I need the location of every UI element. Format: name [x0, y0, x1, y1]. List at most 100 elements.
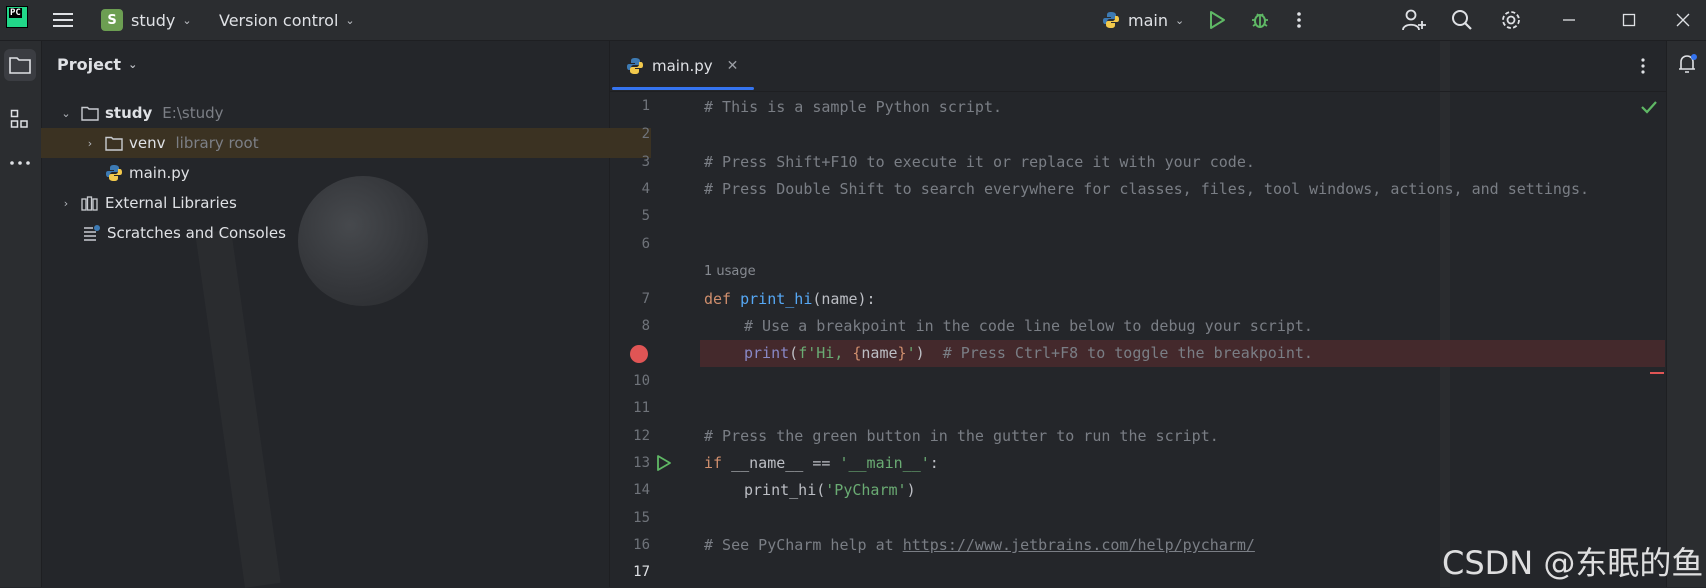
line-number: 10 [633, 373, 650, 389]
code-line-8[interactable]: # Use a breakpoint in the code line belo… [744, 317, 1313, 335]
debug-button[interactable] [1250, 0, 1270, 40]
breakpoint-icon[interactable] [630, 345, 648, 363]
more-vertical-icon [1641, 58, 1645, 74]
pycharm-logo-icon[interactable]: PC [6, 6, 28, 28]
help-link[interactable]: https://www.jetbrains.com/help/pycharm/ [903, 536, 1255, 554]
more-tools-button[interactable] [4, 147, 36, 179]
wallpaper-beam [1440, 41, 1450, 587]
run-gutter-button[interactable] [656, 454, 672, 476]
line-number: 6 [641, 236, 650, 252]
close-icon [1676, 13, 1690, 27]
left-tool-strip [0, 41, 42, 587]
code-line-7[interactable]: def print_hi(name): [704, 290, 876, 308]
paren: ) [915, 344, 925, 362]
project-badge: S [101, 9, 123, 31]
checkmark-icon [1641, 101, 1657, 114]
project-switcher[interactable]: S study ⌄ [101, 0, 192, 40]
structure-tool-button[interactable] [4, 103, 36, 135]
run-button[interactable] [1208, 0, 1226, 40]
project-tool-button[interactable] [4, 49, 36, 81]
code-line-9[interactable]: print(f'Hi, {name}') # Press Ctrl+F8 to … [744, 344, 1313, 362]
tree-item-external-libraries[interactable]: › External Libraries [41, 188, 627, 218]
tab-main-py[interactable]: main.py ✕ [626, 41, 738, 91]
run-gutter-icon [657, 455, 671, 471]
tree-item-label: Scratches and Consoles [107, 224, 286, 242]
editor-options-button[interactable] [1640, 57, 1646, 79]
code-line-12[interactable]: # Press the green button in the gutter t… [704, 427, 1219, 445]
close-button[interactable] [1676, 0, 1690, 40]
more-horizontal-icon [10, 161, 30, 165]
minimize-icon [1563, 19, 1575, 21]
keyword: def [704, 290, 732, 308]
comment: # See PyCharm help at [704, 536, 903, 554]
close-tab-icon[interactable]: ✕ [727, 58, 739, 74]
line-number: 16 [633, 537, 650, 553]
colon: : [929, 454, 939, 472]
title-bar: PC S study ⌄ Version control ⌄ main ⌄ [0, 0, 1706, 41]
chevron-right-icon[interactable]: › [83, 137, 97, 150]
tree-item-label: main.py [129, 164, 190, 182]
chevron-down-icon: ⌄ [182, 13, 192, 27]
code-line-1[interactable]: # This is a sample Python script. [704, 98, 1002, 116]
tree-item-venv[interactable]: › venv library root [41, 128, 651, 158]
line-number: 12 [633, 428, 650, 444]
chevron-down-icon: ⌄ [1174, 13, 1185, 27]
line-number: 4 [641, 181, 650, 197]
python-icon [1103, 12, 1119, 28]
code-line-13[interactable]: if __name__ == '__main__': [704, 454, 939, 472]
line-number: 2 [641, 126, 650, 142]
right-tool-strip [1666, 41, 1706, 587]
tree-item-main-py[interactable]: main.py [41, 158, 673, 188]
run-config-label: main [1128, 10, 1168, 30]
paren: ) [906, 481, 916, 499]
paren: ( [816, 481, 826, 499]
builtin: print [744, 344, 790, 362]
main-menu-button[interactable] [52, 0, 74, 40]
code-line-4[interactable]: # Press Double Shift to search everywher… [704, 180, 1589, 198]
add-user-icon [1402, 9, 1426, 31]
tree-item-scratches[interactable]: Scratches and Consoles [41, 218, 651, 248]
code-line-14[interactable]: print_hi('PyCharm') [744, 481, 916, 499]
chevron-down-icon[interactable]: ⌄ [59, 107, 73, 120]
project-panel: Project ⌄ ⌄ study E:\study › venv librar… [41, 41, 651, 587]
string: 'PyCharm' [825, 481, 907, 499]
project-name: study [131, 10, 176, 30]
code-line-16[interactable]: # See PyCharm help at https://www.jetbra… [704, 536, 1255, 554]
fstring: f'Hi, [798, 344, 853, 362]
code-line-3[interactable]: # Press Shift+F10 to execute it or repla… [704, 153, 1255, 171]
code-with-me-button[interactable] [1402, 0, 1426, 40]
folder-icon [81, 106, 99, 121]
vcs-menu[interactable]: Version control ⌄ [219, 0, 355, 40]
line-number: 15 [633, 510, 650, 526]
run-icon [1210, 11, 1225, 29]
more-actions-button[interactable] [1296, 0, 1302, 40]
library-icon [81, 195, 99, 211]
more-vertical-icon [1297, 12, 1301, 28]
tree-item-path: E:\study [162, 104, 224, 122]
brace: } [897, 344, 907, 362]
line-number: 7 [641, 291, 650, 307]
run-config-selector[interactable]: main ⌄ [1102, 0, 1184, 40]
tab-label: main.py [652, 57, 713, 75]
comment: # Press Ctrl+F8 to toggle the breakpoint… [942, 344, 1313, 362]
line-number: 1 [641, 98, 650, 114]
tree-item-label: External Libraries [105, 194, 237, 212]
tree-item-label: venv [129, 134, 166, 152]
inspection-status[interactable] [1640, 100, 1658, 118]
notifications-icon [1679, 54, 1697, 73]
scratches-icon [83, 225, 101, 241]
maximize-button[interactable] [1622, 0, 1636, 40]
project-panel-header[interactable]: Project ⌄ [57, 55, 137, 74]
settings-button[interactable] [1500, 0, 1522, 40]
project-panel-title: Project [57, 55, 122, 74]
tree-item-study[interactable]: ⌄ study E:\study [41, 98, 627, 128]
notifications-button[interactable] [1676, 53, 1698, 79]
line-number: 5 [641, 208, 650, 224]
error-stripe-marker[interactable] [1650, 372, 1664, 374]
editor-tab-bar: main.py ✕ [610, 41, 1670, 92]
chevron-right-icon[interactable]: › [59, 197, 73, 210]
minimize-button[interactable] [1562, 0, 1576, 40]
usage-inlay-hint[interactable]: 1 usage [704, 264, 756, 279]
search-button[interactable] [1451, 0, 1473, 40]
chevron-down-icon: ⌄ [128, 58, 138, 71]
